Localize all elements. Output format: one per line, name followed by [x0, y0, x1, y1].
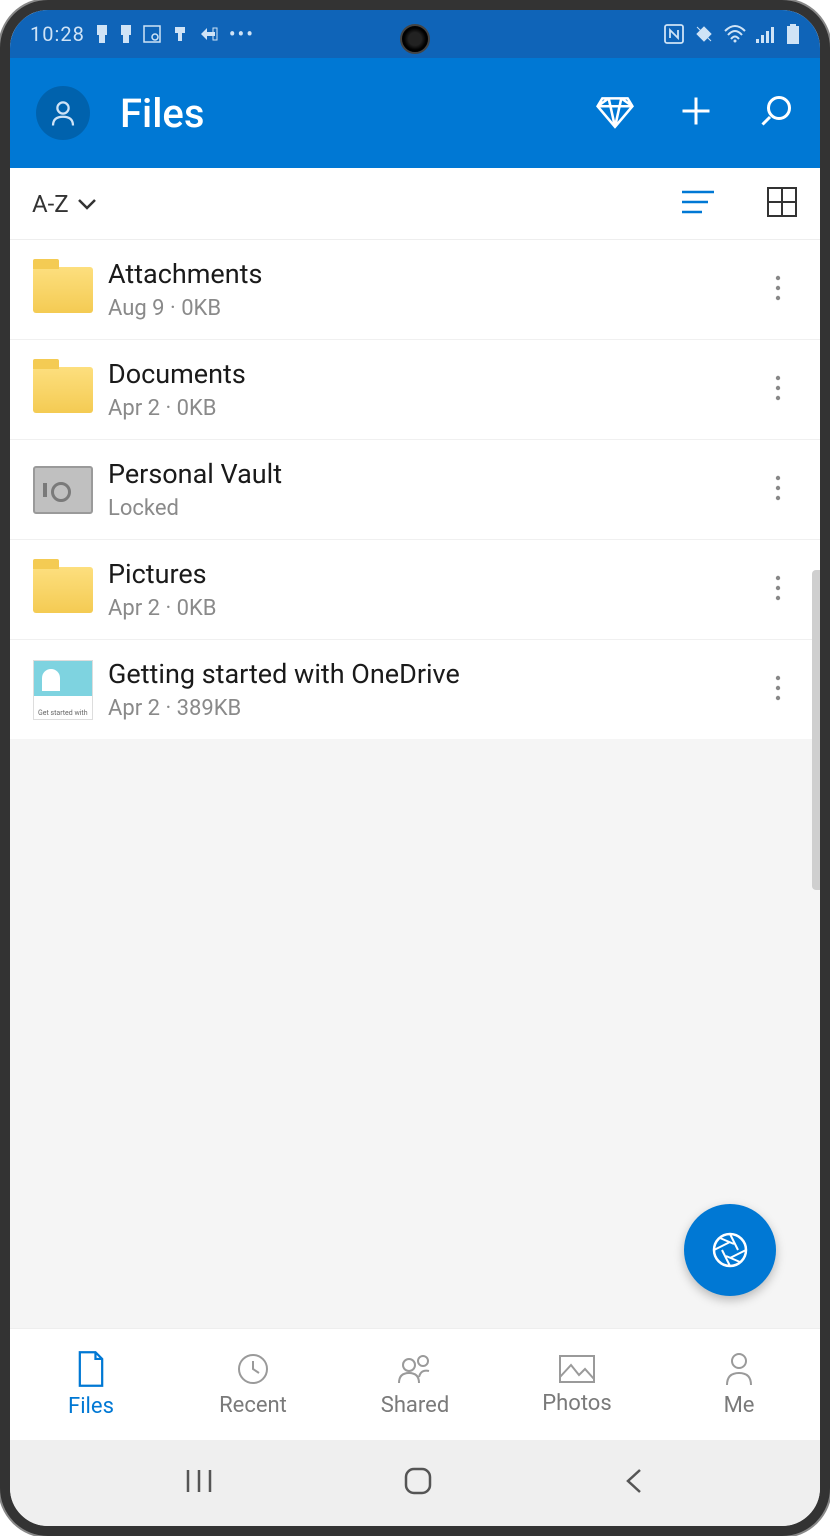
bottom-nav: Files Recent Shared Photos Me — [10, 1328, 820, 1440]
notif-icon-3 — [143, 25, 161, 43]
image-icon — [557, 1353, 597, 1385]
file-name: Attachments — [108, 258, 758, 290]
file-item-attachments[interactable]: Attachments Aug 9 · 0KB — [10, 240, 820, 340]
pdf-thumbnail-icon — [24, 660, 102, 720]
file-name: Documents — [108, 358, 758, 390]
chevron-down-icon — [77, 197, 97, 211]
file-menu-button[interactable] — [758, 375, 798, 405]
system-nav-bar — [10, 1440, 820, 1526]
camera-aperture-icon — [710, 1230, 750, 1270]
nav-files[interactable]: Files — [10, 1329, 172, 1440]
file-name: Getting started with OneDrive — [108, 658, 758, 690]
nav-shared[interactable]: Shared — [334, 1329, 496, 1440]
sys-home-button[interactable] — [402, 1465, 434, 1501]
nav-label: Recent — [219, 1393, 287, 1418]
list-lines-icon — [680, 188, 716, 216]
folder-icon — [24, 267, 102, 313]
signal-icon — [756, 25, 776, 43]
nav-label: Files — [68, 1394, 114, 1419]
search-icon — [758, 93, 794, 129]
file-meta: Apr 2 · 0KB — [108, 596, 758, 621]
more-vertical-icon — [775, 475, 781, 501]
back-icon — [622, 1466, 646, 1496]
clock-icon — [235, 1351, 271, 1387]
person-icon — [48, 98, 78, 128]
notif-icon-2 — [119, 25, 133, 43]
file-meta: Apr 2 · 0KB — [108, 396, 758, 421]
person-icon — [723, 1351, 755, 1387]
folder-icon — [24, 367, 102, 413]
folder-icon — [24, 567, 102, 613]
list-view-button[interactable] — [680, 188, 716, 220]
nav-photos[interactable]: Photos — [496, 1329, 658, 1440]
file-menu-button[interactable] — [758, 675, 798, 705]
diamond-icon — [596, 92, 634, 130]
file-item-personal-vault[interactable]: Personal Vault Locked — [10, 440, 820, 540]
plus-icon — [678, 93, 714, 129]
vibrate-icon — [694, 24, 714, 44]
camera-notch — [400, 24, 430, 54]
notif-icon-5 — [199, 26, 219, 42]
file-menu-button[interactable] — [758, 475, 798, 505]
nav-recent[interactable]: Recent — [172, 1329, 334, 1440]
more-dots-icon: ••• — [229, 22, 255, 46]
sys-recents-button[interactable] — [184, 1466, 214, 1500]
people-icon — [395, 1351, 435, 1387]
file-name: Personal Vault — [108, 458, 758, 490]
app-header: Files — [10, 58, 820, 168]
nav-label: Me — [724, 1393, 755, 1418]
more-vertical-icon — [775, 675, 781, 701]
home-icon — [402, 1465, 434, 1497]
grid-icon — [766, 186, 798, 218]
file-meta: Apr 2 · 389KB — [108, 696, 758, 721]
file-menu-button[interactable] — [758, 275, 798, 305]
add-button[interactable] — [678, 93, 714, 133]
file-item-documents[interactable]: Documents Apr 2 · 0KB — [10, 340, 820, 440]
more-vertical-icon — [775, 575, 781, 601]
file-menu-button[interactable] — [758, 575, 798, 605]
nfc-icon — [664, 24, 684, 44]
premium-button[interactable] — [596, 92, 634, 134]
nav-me[interactable]: Me — [658, 1329, 820, 1440]
nav-label: Shared — [381, 1393, 449, 1418]
scan-fab-button[interactable] — [684, 1204, 776, 1296]
wifi-icon — [724, 25, 746, 43]
file-icon — [74, 1350, 108, 1388]
status-time: 10:28 — [30, 22, 85, 46]
file-list: Attachments Aug 9 · 0KB Documents Apr 2 … — [10, 240, 820, 739]
profile-button[interactable] — [36, 86, 90, 140]
phone-frame: 10:28 ••• Files — [0, 0, 830, 1536]
search-button[interactable] — [758, 93, 794, 133]
notif-icon-4 — [171, 25, 189, 43]
toolbar: A-Z — [10, 168, 820, 240]
sort-button[interactable]: A-Z — [32, 190, 97, 218]
file-name: Pictures — [108, 558, 758, 590]
page-title: Files — [120, 90, 596, 137]
sys-back-button[interactable] — [622, 1466, 646, 1500]
notif-icon-1 — [95, 25, 109, 43]
file-item-pictures[interactable]: Pictures Apr 2 · 0KB — [10, 540, 820, 640]
file-meta: Locked — [108, 496, 758, 521]
recents-icon — [184, 1466, 214, 1496]
nav-label: Photos — [542, 1391, 611, 1416]
battery-icon — [786, 24, 800, 44]
grid-view-button[interactable] — [766, 186, 798, 222]
sort-label: A-Z — [32, 190, 69, 218]
more-vertical-icon — [775, 275, 781, 301]
vault-icon — [24, 466, 102, 514]
scroll-handle[interactable] — [812, 570, 820, 890]
file-item-getting-started[interactable]: Getting started with OneDrive Apr 2 · 38… — [10, 640, 820, 739]
file-meta: Aug 9 · 0KB — [108, 296, 758, 321]
more-vertical-icon — [775, 375, 781, 401]
